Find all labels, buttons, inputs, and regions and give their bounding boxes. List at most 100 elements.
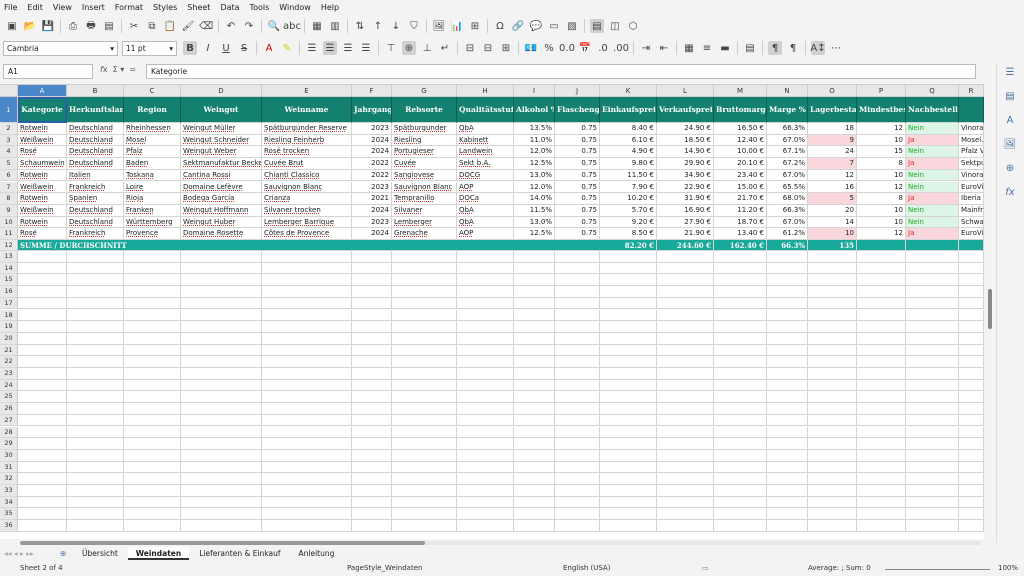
- data-cell[interactable]: 0.75: [555, 134, 600, 147]
- empty-cell[interactable]: [124, 321, 181, 333]
- empty-cell[interactable]: [857, 356, 906, 368]
- sheet-tab[interactable]: Übersicht: [74, 547, 126, 560]
- empty-cell[interactable]: [767, 414, 808, 427]
- vertical-scroll-thumb[interactable]: [988, 289, 992, 329]
- empty-cell[interactable]: [714, 473, 767, 485]
- empty-cell[interactable]: [959, 309, 984, 322]
- empty-cell[interactable]: [262, 414, 352, 427]
- empty-cell[interactable]: [67, 309, 124, 322]
- data-cell[interactable]: 12: [857, 228, 906, 240]
- row-header[interactable]: 8: [0, 193, 18, 205]
- empty-cell[interactable]: [906, 473, 959, 485]
- empty-cell[interactable]: [767, 391, 808, 404]
- empty-cell[interactable]: [555, 262, 600, 275]
- empty-cell[interactable]: [959, 414, 984, 427]
- data-cell[interactable]: 12.5%: [514, 228, 555, 240]
- find-icon[interactable]: 🔍: [267, 19, 281, 33]
- justify-icon[interactable]: ☰: [359, 41, 373, 55]
- empty-cell[interactable]: [67, 344, 124, 357]
- column-header[interactable]: I: [514, 85, 555, 97]
- data-cell[interactable]: Vinorama: [959, 169, 984, 182]
- data-cell[interactable]: Pfalz Vi: [959, 146, 984, 159]
- empty-cell[interactable]: [181, 473, 262, 485]
- empty-cell[interactable]: [18, 309, 67, 322]
- empty-cell[interactable]: [555, 520, 600, 532]
- empty-cell[interactable]: [808, 262, 857, 275]
- empty-cell[interactable]: [808, 321, 857, 333]
- data-cell[interactable]: 9.80 €: [600, 158, 657, 170]
- empty-cell[interactable]: [857, 461, 906, 474]
- highlight-icon[interactable]: ✎: [280, 41, 294, 55]
- empty-cell[interactable]: [124, 286, 181, 298]
- empty-cell[interactable]: [514, 438, 555, 450]
- data-cell[interactable]: 6.10 €: [600, 134, 657, 147]
- data-cell[interactable]: Sektmanufaktur Becker: [181, 158, 262, 170]
- data-cell[interactable]: 66.3%: [767, 204, 808, 217]
- empty-cell[interactable]: [600, 321, 657, 333]
- empty-cell[interactable]: [906, 508, 959, 521]
- empty-cell[interactable]: [959, 438, 984, 450]
- border-style-icon[interactable]: ≡: [700, 41, 714, 55]
- data-cell[interactable]: Rosé: [18, 146, 67, 159]
- empty-cell[interactable]: [181, 356, 262, 368]
- data-cell[interactable]: 27.90 €: [657, 216, 714, 229]
- empty-cell[interactable]: [808, 344, 857, 357]
- column-header[interactable]: P: [857, 85, 906, 97]
- empty-cell[interactable]: [392, 368, 457, 380]
- empty-cell[interactable]: [906, 426, 959, 439]
- empty-cell[interactable]: [262, 520, 352, 532]
- summary-cell[interactable]: [906, 240, 959, 251]
- empty-cell[interactable]: [514, 379, 555, 392]
- data-cell[interactable]: Tempranillo: [392, 193, 457, 205]
- empty-cell[interactable]: [352, 297, 392, 310]
- empty-cell[interactable]: [600, 508, 657, 521]
- data-cell[interactable]: 10: [857, 169, 906, 182]
- column-title-cell[interactable]: Marge %: [767, 97, 808, 123]
- header-footer-icon[interactable]: ▭: [547, 19, 561, 33]
- column-header[interactable]: K: [600, 85, 657, 97]
- data-cell[interactable]: Schwa: [959, 216, 984, 229]
- empty-cell[interactable]: [514, 473, 555, 485]
- data-cell[interactable]: Landwein: [457, 146, 514, 159]
- data-cell[interactable]: 0.75: [555, 123, 600, 135]
- data-cell[interactable]: 29.90 €: [657, 158, 714, 170]
- empty-cell[interactable]: [392, 473, 457, 485]
- data-cell[interactable]: Nein: [906, 123, 959, 135]
- data-cell[interactable]: Baden: [124, 158, 181, 170]
- row-header[interactable]: 7: [0, 181, 18, 194]
- empty-cell[interactable]: [657, 426, 714, 439]
- empty-cell[interactable]: [124, 508, 181, 521]
- row-header[interactable]: 23: [0, 368, 18, 380]
- empty-cell[interactable]: [555, 438, 600, 450]
- empty-cell[interactable]: [714, 251, 767, 263]
- empty-cell[interactable]: [262, 309, 352, 322]
- data-cell[interactable]: 13.40 €: [714, 228, 767, 240]
- row-header[interactable]: 15: [0, 274, 18, 287]
- function-wizard-icon[interactable]: fx Σ ▾ =: [100, 65, 136, 74]
- empty-cell[interactable]: [124, 309, 181, 322]
- data-cell[interactable]: 0.75: [555, 181, 600, 194]
- chart-icon[interactable]: 📊: [450, 19, 464, 33]
- row-header[interactable]: 9: [0, 204, 18, 217]
- column-title-cell[interactable]: Einkaufspreis: [600, 97, 657, 123]
- data-cell[interactable]: Pfalz: [124, 146, 181, 159]
- empty-cell[interactable]: [767, 286, 808, 298]
- data-cell[interactable]: 0.75: [555, 158, 600, 170]
- empty-cell[interactable]: [67, 508, 124, 521]
- empty-cell[interactable]: [181, 286, 262, 298]
- data-cell[interactable]: 10: [857, 134, 906, 147]
- empty-cell[interactable]: [124, 297, 181, 310]
- empty-cell[interactable]: [124, 332, 181, 345]
- empty-cell[interactable]: [181, 321, 262, 333]
- data-cell[interactable]: 7.90 €: [600, 181, 657, 194]
- data-cell[interactable]: 15: [857, 146, 906, 159]
- empty-cell[interactable]: [514, 274, 555, 287]
- empty-cell[interactable]: [959, 426, 984, 439]
- empty-cell[interactable]: [457, 356, 514, 368]
- data-cell[interactable]: Nein: [906, 169, 959, 182]
- hyperlink-icon[interactable]: 🔗: [511, 19, 525, 33]
- empty-cell[interactable]: [18, 356, 67, 368]
- empty-cell[interactable]: [714, 274, 767, 287]
- empty-cell[interactable]: [657, 251, 714, 263]
- data-cell[interactable]: 2024: [352, 146, 392, 159]
